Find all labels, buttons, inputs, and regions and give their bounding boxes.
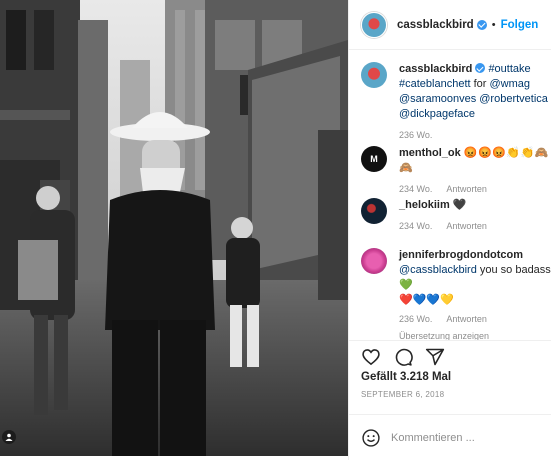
user-tag-icon[interactable]: [2, 430, 16, 444]
caption-username[interactable]: cassblackbird: [399, 63, 472, 75]
author-username[interactable]: cassblackbird: [397, 19, 474, 31]
mention-link[interactable]: @dickpageface: [399, 108, 475, 120]
comment-item: jenniferbrogdondotcom @cassblackbird you…: [361, 248, 551, 340]
comment-item: _helokiim 🖤 234 Wo. Antworten: [361, 198, 551, 234]
post-side-panel: cassblackbird • Folgen cassblackbird #ou…: [348, 0, 551, 460]
hashtag-link[interactable]: #cateblanchett: [399, 78, 471, 90]
verified-icon: [476, 19, 487, 30]
caption-avatar[interactable]: [361, 62, 387, 88]
comment-text: 🖤: [452, 199, 467, 211]
add-comment-bar: [349, 414, 551, 460]
commenter-username[interactable]: menthol_ok: [399, 147, 461, 159]
reply-button[interactable]: Antworten: [446, 184, 487, 194]
comment-item: M menthol_ok 😡😡😡👏👏🙈🙈 234 Wo. Antworten: [361, 146, 551, 197]
post-photo[interactable]: [0, 0, 348, 456]
street-photo-image: [0, 0, 348, 456]
commenter-username[interactable]: jenniferbrogdondotcom: [399, 249, 523, 261]
emoji-icon[interactable]: [361, 428, 381, 448]
mention-link[interactable]: @cassblackbird: [399, 264, 477, 276]
comment-time[interactable]: 236 Wo.: [399, 314, 432, 324]
caption-time[interactable]: 236 Wo.: [399, 130, 432, 140]
comment-time[interactable]: 234 Wo.: [399, 221, 432, 231]
mention-link[interactable]: @wmag: [490, 78, 531, 90]
commenter-username[interactable]: _helokiim: [399, 199, 450, 211]
commenter-avatar[interactable]: [361, 248, 387, 274]
likes-count[interactable]: Gefällt 3.218 Mal: [361, 371, 451, 383]
reply-button[interactable]: Antworten: [446, 314, 487, 324]
comment-emoji: ❤️💙💙💛: [399, 294, 454, 306]
comments-list[interactable]: cassblackbird #outtake #cateblanchett fo…: [349, 50, 551, 340]
comment-icon[interactable]: [393, 347, 415, 369]
share-icon[interactable]: [425, 347, 447, 369]
caption: cassblackbird #outtake #cateblanchett fo…: [361, 62, 551, 143]
follow-button[interactable]: Folgen: [501, 19, 539, 31]
hashtag-link[interactable]: #outtake: [488, 63, 530, 75]
commenter-avatar[interactable]: M: [361, 146, 387, 172]
separator-dot: •: [491, 18, 496, 31]
author-avatar[interactable]: [361, 11, 387, 38]
commenter-avatar[interactable]: [361, 198, 387, 224]
heart-icon[interactable]: [361, 347, 383, 369]
verified-icon: [475, 63, 486, 73]
post-header: cassblackbird • Folgen: [349, 0, 551, 50]
translate-button[interactable]: Übersetzung anzeigen: [399, 331, 489, 340]
mention-link[interactable]: @saramoonves: [399, 93, 476, 105]
caption-text: for: [470, 78, 490, 90]
mention-link[interactable]: @robertvetica: [476, 93, 548, 105]
comment-input[interactable]: [391, 431, 541, 444]
comment-time[interactable]: 234 Wo.: [399, 184, 432, 194]
reply-button[interactable]: Antworten: [446, 221, 487, 231]
post-date[interactable]: SEPTEMBER 6, 2018: [361, 390, 444, 399]
post-actions: Gefällt 3.218 Mal SEPTEMBER 6, 2018: [349, 340, 551, 410]
